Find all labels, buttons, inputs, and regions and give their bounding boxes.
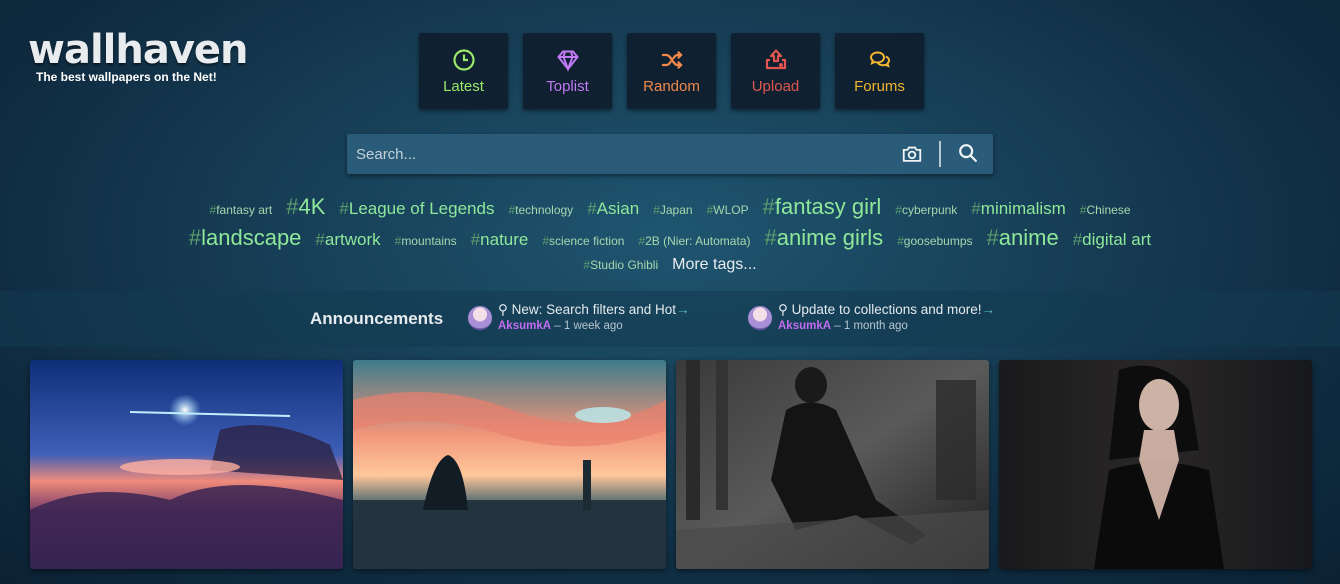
popular-tags: #fantasy art #4K #League of Legends #tec… bbox=[0, 194, 1340, 287]
tag-link[interactable]: #League of Legends bbox=[339, 199, 494, 219]
announcements-bar: Announcements ⚲ New: Search filters and … bbox=[0, 291, 1340, 347]
announcement-user[interactable]: AksumkA bbox=[498, 320, 551, 332]
wallhaven-logo[interactable]: wallhaven The best wallpapers on the Net… bbox=[28, 27, 249, 84]
nav-upload-label: Upload bbox=[751, 77, 800, 95]
tag-link[interactable]: #goosebumps bbox=[897, 234, 972, 248]
nav-upload-button[interactable]: Upload bbox=[731, 33, 820, 109]
tag-link[interactable]: #2B (Nier: Automata) bbox=[638, 234, 750, 248]
thumbnail-image bbox=[999, 360, 1312, 569]
announcement-meta: AksumkA – 1 month ago bbox=[778, 320, 908, 332]
logo-title: wallhaven bbox=[28, 27, 249, 73]
thumbnail-dark-warrior-woman[interactable] bbox=[676, 360, 989, 569]
avatar bbox=[468, 306, 492, 330]
nav-random-button[interactable]: Random bbox=[627, 33, 716, 109]
tag-link[interactable]: #technology bbox=[508, 203, 573, 217]
nav-forums-button[interactable]: Forums bbox=[835, 33, 924, 109]
arrow-right-icon: → bbox=[981, 302, 996, 317]
tag-row: #landscape #artwork #mountains #nature #… bbox=[0, 225, 1340, 256]
tag-link[interactable]: #fantasy art bbox=[210, 203, 273, 217]
nav-latest-label: Latest bbox=[443, 77, 484, 95]
main-nav: Latest Toplist Random Upload Forums bbox=[419, 33, 924, 109]
tag-link[interactable]: #science fiction bbox=[542, 234, 624, 248]
tag-link[interactable]: #Studio Ghibli bbox=[583, 258, 658, 272]
logo-tagline: The best wallpapers on the Net! bbox=[36, 70, 217, 84]
tag-link[interactable]: #Asian bbox=[587, 199, 639, 219]
camera-icon[interactable] bbox=[901, 143, 923, 165]
nav-latest-button[interactable]: Latest bbox=[419, 33, 508, 109]
chat-icon bbox=[869, 50, 890, 68]
tag-link[interactable]: #fantasy girl bbox=[763, 194, 882, 220]
avatar bbox=[748, 306, 772, 330]
announcement-user[interactable]: AksumkA bbox=[778, 320, 831, 332]
pin-icon: ⚲ bbox=[778, 302, 788, 317]
nav-toplist-button[interactable]: Toplist bbox=[523, 33, 612, 109]
tag-link[interactable]: #nature bbox=[471, 230, 529, 250]
clock-icon bbox=[452, 48, 475, 71]
nav-toplist-label: Toplist bbox=[546, 77, 589, 95]
thumbnail-image bbox=[30, 360, 343, 569]
tag-link[interactable]: #digital art bbox=[1073, 230, 1151, 250]
thumbnail-sky-sunset[interactable] bbox=[30, 360, 343, 569]
tag-link[interactable]: #landscape bbox=[189, 225, 302, 251]
upload-icon bbox=[765, 48, 786, 69]
thumbnail-anime-sunset-city[interactable] bbox=[353, 360, 666, 569]
pin-icon: ⚲ bbox=[498, 302, 508, 317]
tag-link[interactable]: #artwork bbox=[315, 230, 380, 250]
announcement-link[interactable]: ⚲ New: Search filters and Hot→ bbox=[498, 302, 689, 318]
tag-link[interactable]: #cyberpunk bbox=[895, 203, 957, 217]
diamond-icon bbox=[556, 50, 579, 72]
tag-link[interactable]: #anime girls bbox=[764, 225, 883, 251]
thumbnail-image bbox=[676, 360, 989, 569]
announcement-meta: AksumkA – 1 week ago bbox=[498, 320, 623, 332]
nav-random-label: Random bbox=[643, 77, 700, 95]
thumbnail-portrait-woman[interactable] bbox=[999, 360, 1312, 569]
tag-link[interactable]: #minimalism bbox=[971, 199, 1065, 219]
shuffle-icon bbox=[661, 50, 683, 69]
arrow-right-icon: → bbox=[675, 302, 690, 317]
nav-forums-label: Forums bbox=[854, 77, 905, 95]
tag-link[interactable]: #Japan bbox=[653, 203, 692, 217]
tag-link[interactable]: #mountains bbox=[395, 234, 457, 248]
tag-link[interactable]: #WLOP bbox=[707, 203, 749, 217]
tag-row: #Studio Ghibli More tags... bbox=[0, 256, 1340, 287]
announcements-title: Announcements bbox=[310, 309, 444, 328]
thumbnail-image bbox=[353, 360, 666, 569]
search-bar bbox=[347, 134, 993, 174]
tag-row: #fantasy art #4K #League of Legends #tec… bbox=[0, 194, 1340, 225]
search-input[interactable] bbox=[347, 134, 895, 174]
more-tags-link[interactable]: More tags... bbox=[672, 256, 756, 274]
tag-link[interactable]: #anime bbox=[987, 225, 1059, 251]
announcement-link[interactable]: ⚲ Update to collections and more!→ bbox=[778, 302, 995, 318]
search-icon[interactable] bbox=[957, 142, 979, 164]
tag-link[interactable]: #4K bbox=[286, 194, 325, 220]
tag-link[interactable]: #Chinese bbox=[1080, 203, 1131, 217]
search-divider bbox=[939, 141, 941, 167]
